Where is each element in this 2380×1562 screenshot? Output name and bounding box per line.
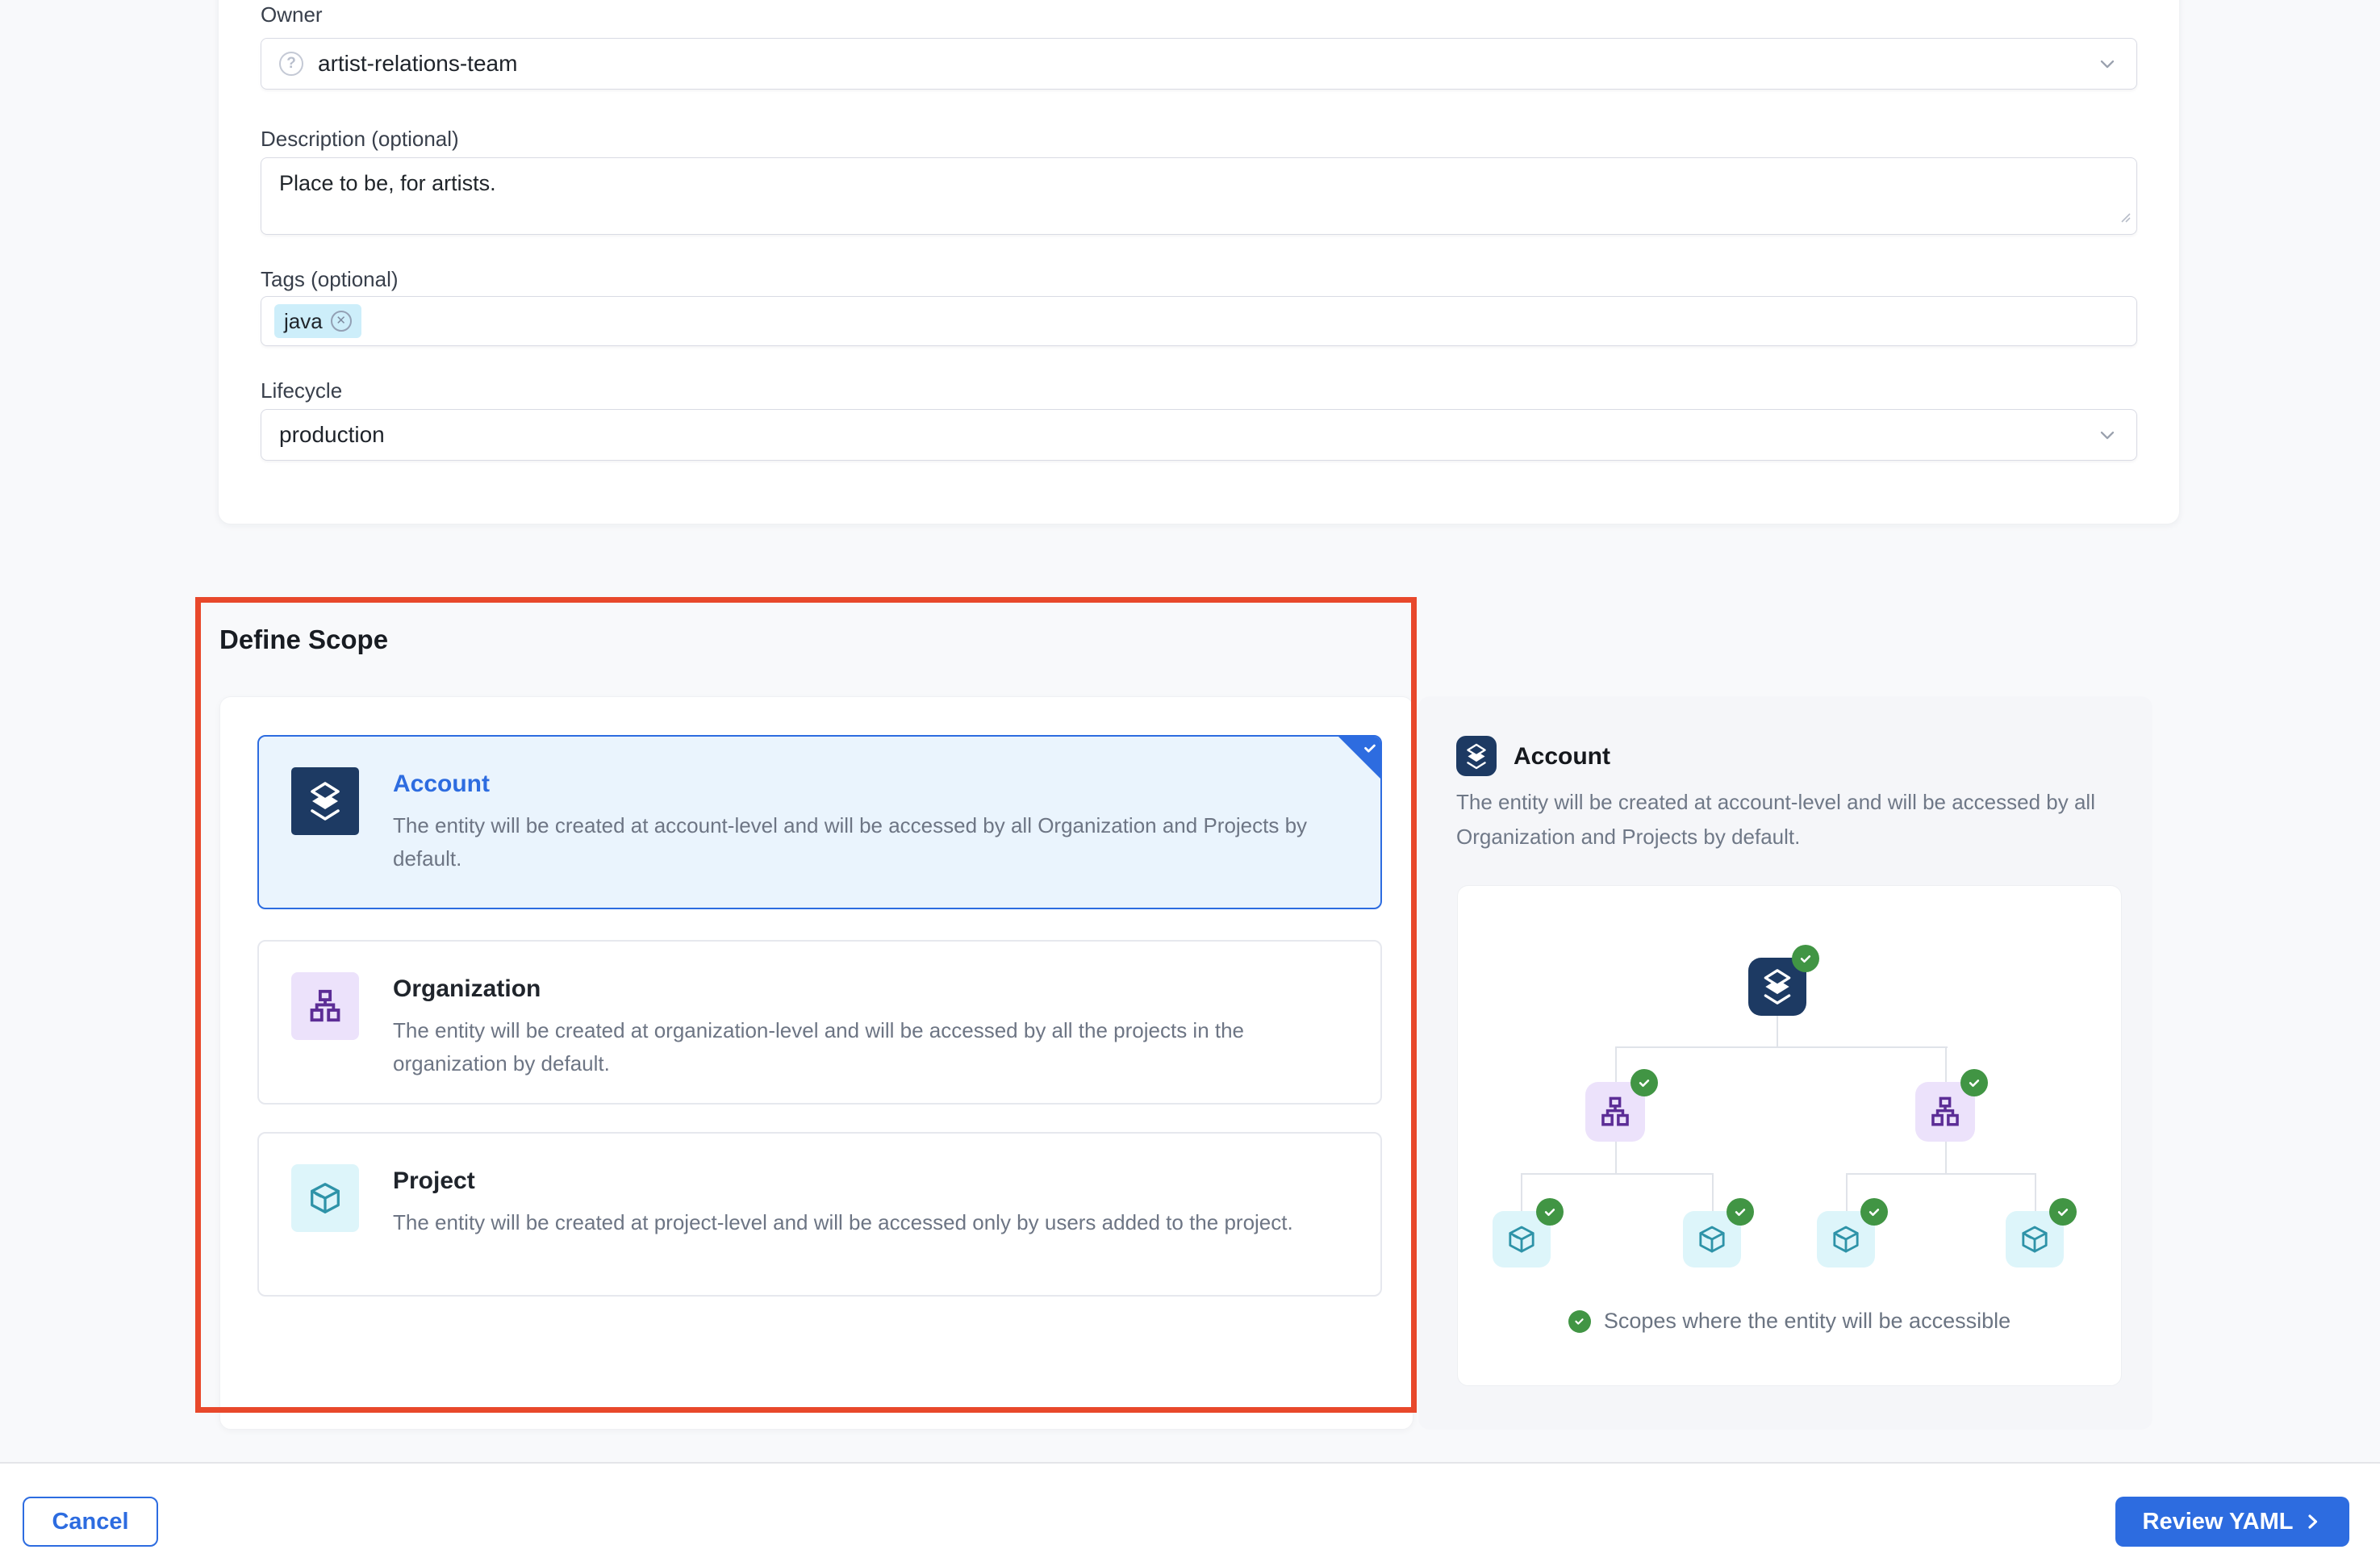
tree-connector xyxy=(1615,1140,1617,1174)
tree-connector xyxy=(1777,1016,1778,1047)
scope-tree-diagram: Scopes where the entity will be accessib… xyxy=(1457,885,2122,1386)
account-layers-icon xyxy=(1456,736,1497,776)
tree-connector xyxy=(1521,1174,1522,1212)
account-option-title: Account xyxy=(393,771,1348,798)
tree-connector xyxy=(1615,1046,1948,1048)
description-value: Place to be, for artists. xyxy=(279,171,496,195)
tree-node-project xyxy=(1493,1211,1551,1268)
tree-node-organization xyxy=(1915,1082,1975,1142)
tree-node-project xyxy=(1683,1211,1741,1268)
chevron-right-icon xyxy=(2303,1512,2322,1531)
owner-value: artist-relations-team xyxy=(318,51,517,77)
project-cube-icon xyxy=(291,1164,359,1232)
project-option-title: Project xyxy=(393,1167,1293,1195)
tag-chip-label: java xyxy=(284,309,323,334)
lifecycle-select[interactable]: production xyxy=(261,409,2137,461)
check-badge-icon xyxy=(1631,1069,1658,1096)
tree-connector xyxy=(1615,1047,1617,1083)
preview-title: Account xyxy=(1514,743,1610,771)
description-label: Description (optional) xyxy=(261,127,459,152)
tag-chip-java: java ✕ xyxy=(274,304,361,338)
tags-input[interactable]: java ✕ xyxy=(261,296,2137,346)
chevron-down-icon xyxy=(2096,424,2119,446)
organization-option-description: The entity will be created at organizati… xyxy=(393,1014,1348,1080)
tree-connector xyxy=(1712,1174,1714,1212)
scope-option-account[interactable]: Account The entity will be created at ac… xyxy=(257,735,1382,909)
check-badge-icon xyxy=(1727,1198,1754,1226)
description-textarea[interactable]: Place to be, for artists. xyxy=(261,157,2137,235)
scope-option-organization[interactable]: Organization The entity will be created … xyxy=(257,940,1382,1105)
help-circle-icon: ? xyxy=(279,52,303,76)
scope-options-card: Account The entity will be created at ac… xyxy=(219,696,1413,1430)
account-option-description: The entity will be created at account-le… xyxy=(393,809,1348,875)
tree-connector xyxy=(1521,1173,1714,1175)
define-scope-title: Define Scope xyxy=(219,624,388,655)
check-badge-icon xyxy=(1536,1198,1564,1226)
tree-node-account xyxy=(1748,958,1806,1016)
lifecycle-label: Lifecycle xyxy=(261,378,342,403)
check-badge-icon xyxy=(1860,1198,1888,1226)
check-badge-icon xyxy=(1792,945,1819,972)
preview-description: The entity will be created at account-le… xyxy=(1456,785,2102,854)
check-badge-icon xyxy=(2049,1198,2077,1226)
cancel-button-label: Cancel xyxy=(52,1509,128,1535)
scope-preview-panel: Account The entity will be created at ac… xyxy=(1418,696,2152,1430)
tree-connector xyxy=(1846,1173,2036,1175)
entity-details-card: Owner ? artist-relations-team Descriptio… xyxy=(218,0,2180,524)
scope-option-project[interactable]: Project The entity will be created at pr… xyxy=(257,1132,1382,1297)
tree-connector xyxy=(1945,1140,1947,1174)
review-yaml-button[interactable]: Review YAML xyxy=(2115,1497,2349,1547)
entity-create-page: Owner ? artist-relations-team Descriptio… xyxy=(0,0,2380,1562)
tags-label: Tags (optional) xyxy=(261,267,399,292)
tree-connector xyxy=(1945,1047,1947,1083)
organization-hierarchy-icon xyxy=(291,972,359,1040)
chevron-down-icon xyxy=(2096,52,2119,75)
owner-label: Owner xyxy=(261,2,323,27)
resize-handle-icon[interactable] xyxy=(2117,204,2132,229)
tree-connector xyxy=(2035,1174,2036,1212)
tree-node-organization xyxy=(1585,1082,1645,1142)
remove-tag-icon[interactable]: ✕ xyxy=(331,311,352,332)
tree-node-project xyxy=(1817,1211,1875,1268)
tree-node-project xyxy=(2006,1211,2064,1268)
tree-legend: Scopes where the entity will be accessib… xyxy=(1458,1309,2121,1334)
check-badge-icon xyxy=(1568,1310,1591,1333)
legend-text: Scopes where the entity will be accessib… xyxy=(1604,1309,2010,1334)
review-yaml-label: Review YAML xyxy=(2143,1509,2294,1535)
account-layers-icon xyxy=(291,767,359,835)
cancel-button[interactable]: Cancel xyxy=(23,1497,158,1547)
lifecycle-value: production xyxy=(279,422,385,448)
footer-bar: Cancel Review YAML xyxy=(0,1464,2380,1562)
project-option-description: The entity will be created at project-le… xyxy=(393,1206,1293,1239)
tree-connector xyxy=(1846,1174,1848,1212)
owner-select[interactable]: ? artist-relations-team xyxy=(261,38,2137,90)
check-badge-icon xyxy=(1960,1069,1988,1096)
organization-option-title: Organization xyxy=(393,975,1348,1003)
